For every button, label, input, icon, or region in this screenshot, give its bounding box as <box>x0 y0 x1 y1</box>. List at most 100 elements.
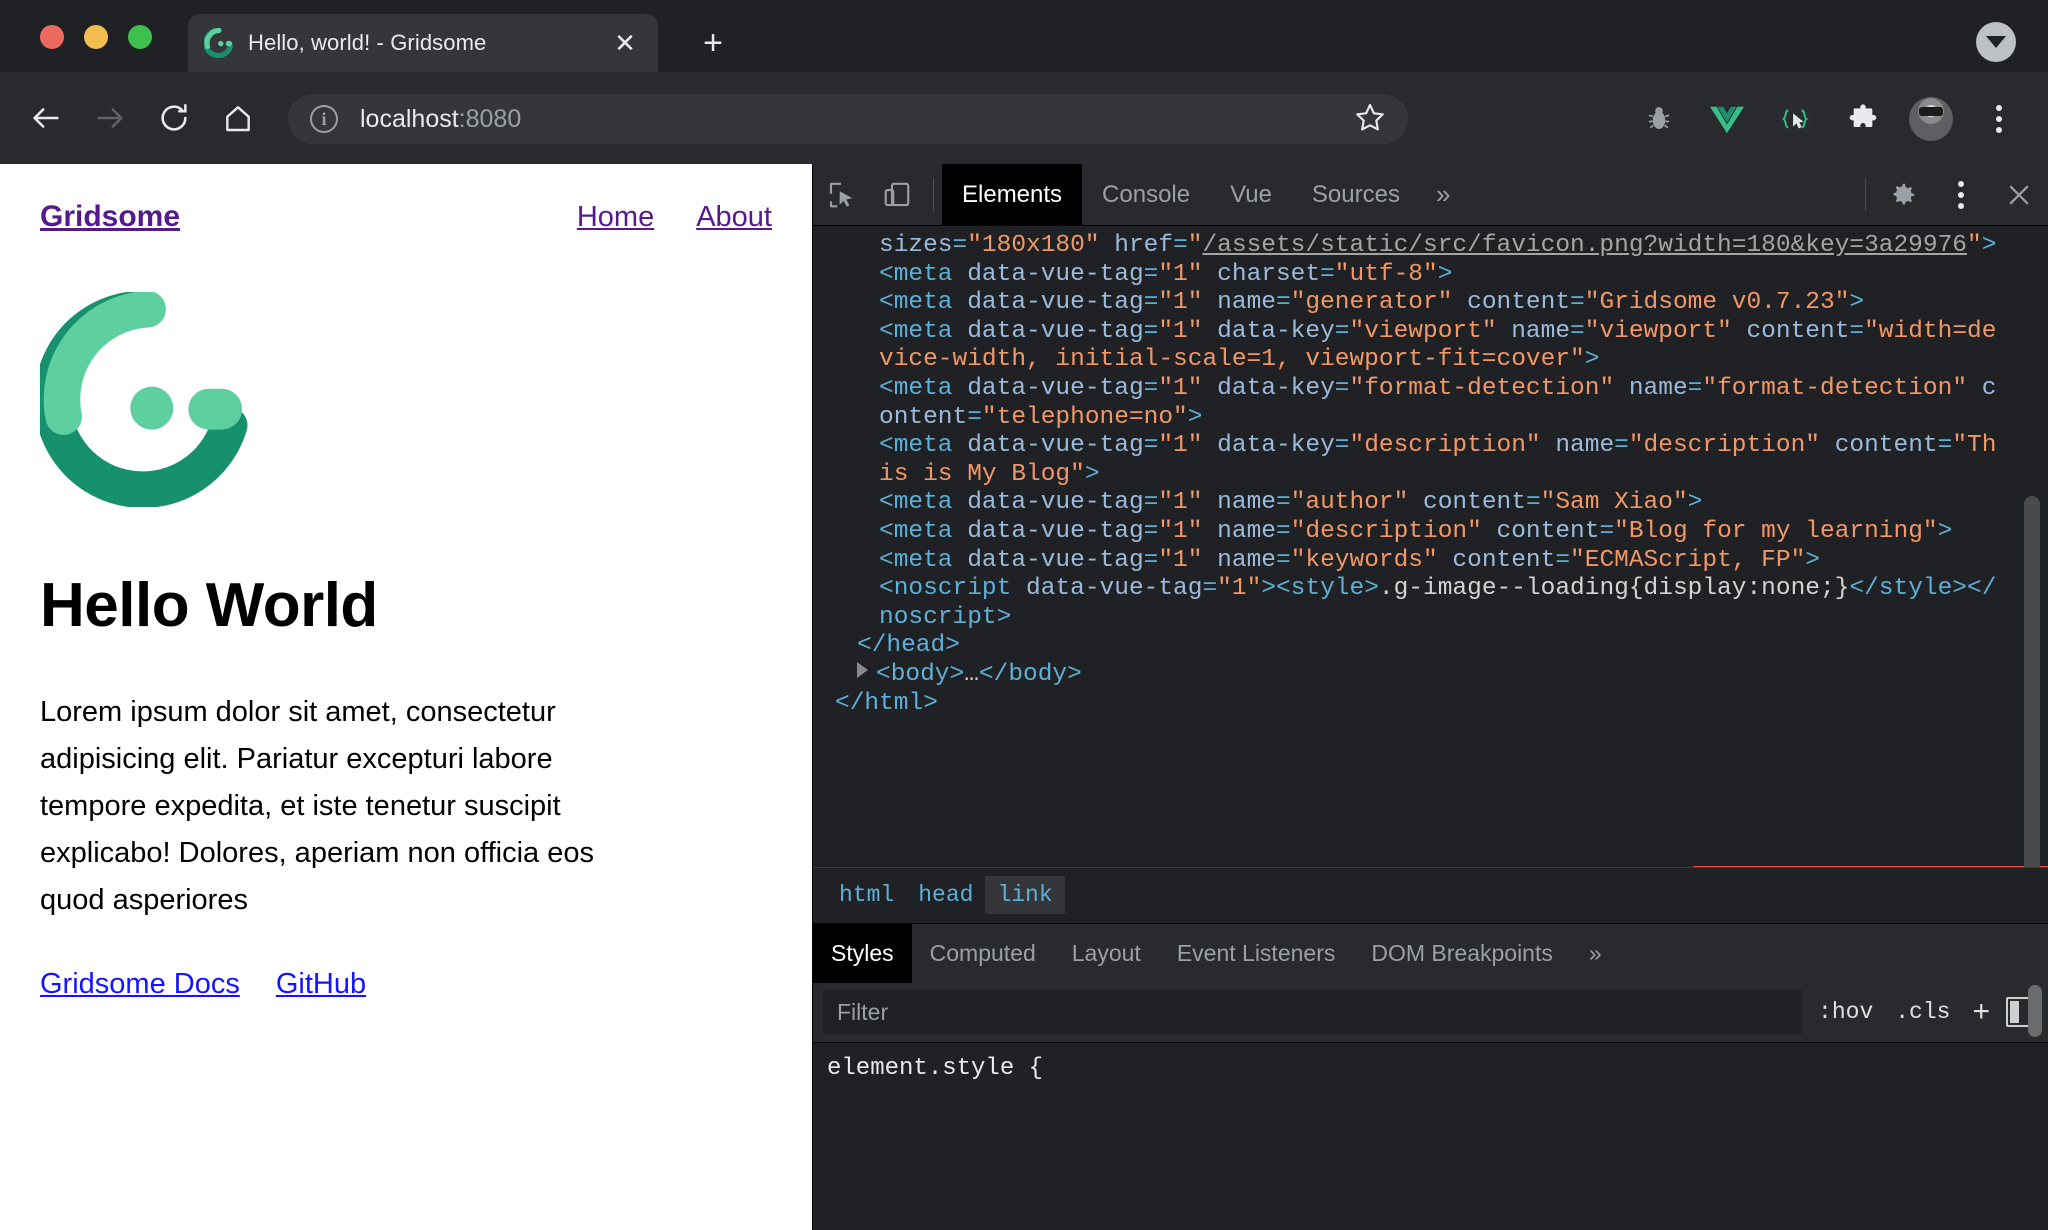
dom-tree-scrollbar[interactable] <box>2024 496 2040 867</box>
browser-tab[interactable]: Hello, world! - Gridsome ✕ <box>188 14 658 72</box>
dom-token: > <box>1937 517 1953 545</box>
tab-dom-breakpoints[interactable]: DOM Breakpoints <box>1353 924 1571 983</box>
extensions-puzzle-icon[interactable] <box>1832 90 1894 148</box>
site-brand-link[interactable]: Gridsome <box>40 200 180 234</box>
forward-arrow-icon[interactable] <box>78 86 142 150</box>
nav-link-about[interactable]: About <box>696 201 772 234</box>
dom-token: = <box>952 232 968 259</box>
dom-token: sizes <box>879 232 953 259</box>
home-icon[interactable] <box>206 86 270 150</box>
dom-token: > <box>1805 546 1820 574</box>
dom-token: data-vue-tag <box>967 489 1144 517</box>
gridsome-docs-link[interactable]: Gridsome Docs <box>40 968 240 1001</box>
site-info-icon[interactable]: i <box>310 105 338 133</box>
dom-token: = <box>1143 317 1159 345</box>
tab-vue[interactable]: Vue <box>1210 164 1292 225</box>
breadcrumb-item-head[interactable]: head <box>906 876 985 914</box>
dom-tree-line[interactable]: <meta data-vue-tag="1" name="keywords" c… <box>835 547 1998 576</box>
more-tabs-button[interactable]: » <box>1420 164 1466 225</box>
address-bar[interactable]: i localhost:8080 <box>288 94 1408 144</box>
dom-tree-line[interactable]: </head> <box>835 632 1998 661</box>
maximize-window-button[interactable] <box>128 25 152 49</box>
sidebar-more-button[interactable]: » <box>1571 924 1620 983</box>
dom-tree-line[interactable]: <meta data-vue-tag="1" charset="utf-8"> <box>835 261 1998 290</box>
cursor-select-icon[interactable] <box>813 164 869 225</box>
hov-button[interactable]: :hov <box>1812 999 1879 1025</box>
dom-token: name <box>1555 432 1615 460</box>
gear-icon[interactable] <box>1874 164 1932 225</box>
bug-icon[interactable] <box>1628 90 1690 148</box>
dom-tree-line[interactable]: <meta data-vue-tag="1" name="author" con… <box>835 489 1998 518</box>
dom-token: "format-detection" <box>1702 374 1968 402</box>
dom-token: = <box>1614 432 1629 460</box>
devtools-toolbar-right <box>1857 164 2048 225</box>
chevron-down-icon[interactable] <box>1976 22 2016 62</box>
dom-tree-line[interactable]: sizes="180x180" href="/assets/static/src… <box>835 232 1998 261</box>
device-toggle-icon[interactable] <box>869 164 925 225</box>
dom-tree-line[interactable]: <body>…</body> <box>835 661 1998 690</box>
tab-styles[interactable]: Styles <box>813 923 912 983</box>
star-icon[interactable] <box>1354 101 1386 138</box>
new-style-rule-button[interactable]: + <box>1966 995 1996 1029</box>
dom-token <box>1820 432 1835 459</box>
dom-token: = <box>1334 432 1350 460</box>
navigation-buttons <box>14 86 270 150</box>
styles-filter-input[interactable] <box>823 990 1803 1035</box>
profile-avatar[interactable] <box>1900 90 1962 148</box>
dom-token: content <box>1834 432 1938 460</box>
dom-token: = <box>1275 289 1291 317</box>
close-icon[interactable] <box>1990 164 2048 225</box>
tab-layout[interactable]: Layout <box>1054 924 1159 983</box>
tab-elements[interactable]: Elements <box>942 164 1083 225</box>
gridsome-logo-icon <box>203 27 234 59</box>
dom-tree-line[interactable]: <meta data-vue-tag="1" data-key="descrip… <box>835 432 1998 489</box>
dom-token: name <box>1628 374 1688 402</box>
dom-token <box>1614 375 1629 402</box>
nav-link-home[interactable]: Home <box>577 201 654 234</box>
minimize-window-button[interactable] <box>84 25 108 49</box>
dom-tree-pane[interactable]: sizes="180x180" href="/assets/static/src… <box>813 226 2048 867</box>
tab-event-listeners[interactable]: Event Listeners <box>1159 924 1354 983</box>
breadcrumb: html head link <box>813 866 2048 923</box>
dom-tree-line[interactable]: <meta data-vue-tag="1" name="description… <box>835 518 1998 547</box>
dom-token <box>1202 432 1217 459</box>
dom-token: data-vue-tag <box>967 517 1144 545</box>
close-window-button[interactable] <box>40 25 64 49</box>
dom-token <box>1202 547 1217 574</box>
tab-console[interactable]: Console <box>1082 164 1210 225</box>
cls-button[interactable]: .cls <box>1889 999 1956 1025</box>
devtools-toolbar: Elements Console Vue Sources » <box>813 164 2048 226</box>
json-viewer-icon[interactable] <box>1764 90 1826 148</box>
dom-token: = <box>1275 489 1291 517</box>
new-tab-button[interactable]: + <box>695 26 731 62</box>
reload-icon[interactable] <box>142 86 206 150</box>
tab-computed[interactable]: Computed <box>912 924 1054 983</box>
dom-tree-line[interactable]: <meta data-vue-tag="1" data-key="viewpor… <box>835 318 1998 375</box>
breadcrumb-item-link[interactable]: link <box>985 876 1065 915</box>
expand-triangle-icon[interactable] <box>857 661 868 678</box>
dom-tree-line[interactable]: <meta data-vue-tag="1" name="generator" … <box>835 289 1998 318</box>
dom-token: data-vue-tag <box>967 546 1144 574</box>
dom-tree-line[interactable]: <noscript data-vue-tag="1"><style>.g-ima… <box>835 575 1998 632</box>
dom-tree-code[interactable]: sizes="180x180" href="/assets/static/src… <box>813 232 2048 718</box>
breadcrumb-item-html[interactable]: html <box>827 876 906 914</box>
dom-token: "1" <box>1158 517 1203 545</box>
dom-token: "keywords" <box>1290 546 1438 574</box>
dom-tree-line[interactable]: <meta data-vue-tag="1" data-key="format-… <box>835 375 1998 432</box>
vue-devtools-icon[interactable] <box>1696 90 1758 148</box>
dom-token: "1" <box>1158 374 1203 402</box>
chrome-menu-kebab[interactable] <box>1968 90 2030 148</box>
close-tab-button[interactable]: ✕ <box>608 26 642 60</box>
styles-pane[interactable]: element.style { <box>813 984 2048 1230</box>
tab-sources[interactable]: Sources <box>1292 164 1420 225</box>
dom-token <box>953 289 968 316</box>
gridsome-logo <box>34 290 772 512</box>
dom-token <box>1202 375 1217 402</box>
sidebar-scrollbar[interactable] <box>2028 984 2042 1037</box>
github-link[interactable]: GitHub <box>276 968 366 1001</box>
back-arrow-icon[interactable] <box>14 86 78 150</box>
dom-token: data-vue-tag <box>967 432 1144 460</box>
dom-token: content <box>1496 517 1600 545</box>
kebab-icon[interactable] <box>1932 164 1990 225</box>
dom-tree-line[interactable]: </html> <box>835 690 1998 719</box>
